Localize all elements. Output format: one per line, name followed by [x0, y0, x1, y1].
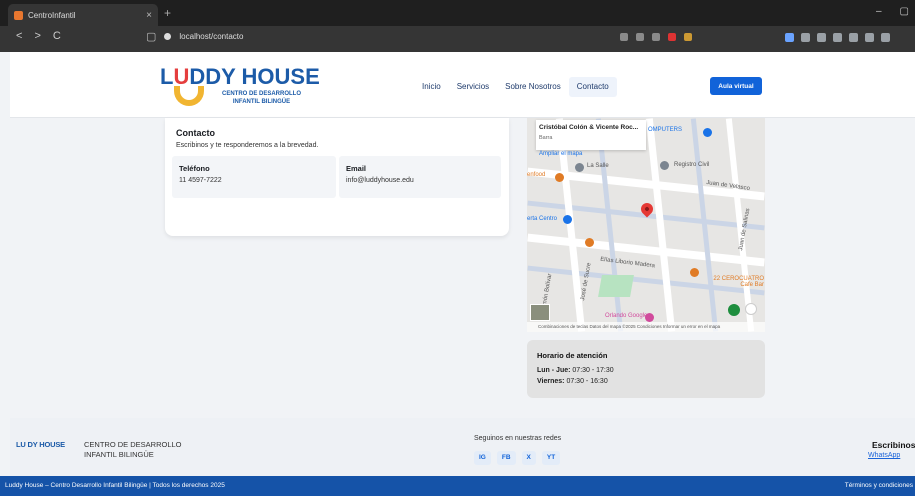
browser-tab[interactable]: CentroInfantil ×	[8, 4, 158, 26]
contact-subtitle: Escribinos y te responderemos a la breve…	[176, 142, 319, 149]
extension-icon[interactable]	[817, 33, 826, 42]
footer-brand: LU DY HOUSE	[16, 440, 65, 449]
nav-contacto[interactable]: Contacto	[568, 77, 617, 97]
map-place-card: Cristóbal Colón & Vicente Roc... Barra	[536, 120, 646, 150]
hours-row: Viernes: 07:30 - 16:30	[537, 378, 608, 385]
map-label: OMPUTERS	[648, 127, 683, 133]
logo-letter: L	[160, 64, 174, 89]
footer-logo[interactable]: LU DY HOUSE	[16, 440, 65, 449]
contact-card: Contacto Escribinos y te responderemos a…	[165, 118, 509, 236]
bottom-bar: Luddy House – Centro Desarrollo Infantil…	[0, 476, 915, 496]
instagram-link[interactable]: IG	[474, 451, 491, 465]
map-move-icon[interactable]	[745, 303, 757, 315]
map-poi-icon[interactable]	[690, 268, 699, 277]
map-poi-icon[interactable]	[563, 215, 572, 224]
tabs-icon[interactable]	[849, 33, 858, 42]
window-controls: – ▢	[876, 6, 909, 17]
map-expand-link[interactable]: Ampliar el mapa	[539, 151, 582, 157]
page-left-gap	[0, 52, 10, 476]
whatsapp-link[interactable]: WhatsApp	[868, 452, 900, 459]
forward-icon[interactable]: >	[34, 30, 40, 42]
map-attribution: Combinaciones de teclas Datos del mapa ©…	[527, 322, 765, 332]
map-place-title: Cristóbal Colón & Vicente Roc...	[539, 124, 639, 131]
restore-icon[interactable]: ▢	[900, 6, 909, 17]
copyright: Luddy House – Centro Desarrollo Infantil…	[5, 482, 225, 489]
map-poi-icon[interactable]	[703, 128, 712, 137]
nav-inicio[interactable]: Inicio	[414, 82, 449, 100]
map-label: enfood	[527, 172, 546, 178]
reload-icon[interactable]: C	[53, 30, 61, 42]
wallet-icon[interactable]	[865, 33, 874, 42]
logo-letter: D	[189, 64, 206, 89]
bookmark-icon[interactable]: ▢	[146, 30, 156, 43]
minimize-icon[interactable]: –	[876, 6, 882, 17]
phone-box: Teléfono 11 4597-7222	[172, 156, 336, 198]
x-link[interactable]: X	[521, 451, 536, 465]
rewards-icon[interactable]	[684, 33, 692, 41]
map-satellite-toggle[interactable]	[530, 304, 550, 321]
map-label: erta Centro	[527, 216, 558, 222]
park-area	[598, 275, 634, 297]
map-poi-icon[interactable]	[660, 161, 669, 170]
opening-hours: Horario de atención Lun - Jue: 07:30 - 1…	[527, 340, 765, 398]
facebook-link[interactable]: FB	[496, 451, 516, 465]
footer-school-name: CENTRO DE DESARROLLO INFANTIL BILINGÜE	[84, 440, 182, 459]
tab-title: CentroInfantil	[28, 10, 76, 20]
logo-text: DY HOUSE	[205, 64, 320, 89]
back-icon[interactable]: <	[16, 30, 22, 42]
aula-virtual-button[interactable]: Aula virtual	[710, 77, 762, 95]
hours-title: Horario de atención	[537, 351, 608, 360]
terms-link[interactable]: Términos y condiciones	[845, 476, 913, 496]
streetview-icon[interactable]	[728, 304, 740, 316]
site-info-icon[interactable]	[164, 33, 172, 40]
reader-icon[interactable]	[636, 33, 644, 41]
map-label: 22 CEROCUATRO Cafe Bar	[713, 276, 764, 288]
phone-label: Teléfono	[179, 164, 210, 173]
vpn-icon[interactable]	[881, 33, 890, 42]
escribinos-title: Escribinos	[872, 440, 915, 450]
social-links: IG FB X YT	[474, 451, 561, 465]
logo-u-shape	[174, 86, 204, 106]
map-poi-icon[interactable]	[645, 313, 654, 322]
map-poi-icon[interactable]	[575, 163, 584, 172]
hours-row: Lun - Jue: 07:30 - 17:30	[537, 367, 614, 374]
site-logo[interactable]: L U D DY HOUSE CENTRO DE DESARROLLO INFA…	[160, 66, 325, 108]
url-text: localhost/contacto	[179, 32, 244, 41]
map-poi-icon[interactable]	[555, 173, 564, 182]
url-field[interactable]: ▢ localhost/contacto	[146, 30, 243, 43]
browser-tabbar: CentroInfantil × + – ▢	[0, 0, 915, 26]
map-label: La Salle	[587, 163, 609, 169]
email-value[interactable]: info@luddyhouse.edu	[346, 177, 414, 184]
youtube-link[interactable]: YT	[541, 451, 561, 465]
map-poi-icon[interactable]	[585, 238, 594, 247]
contact-title: Contacto	[176, 128, 215, 138]
favicon-icon	[14, 10, 23, 20]
phone-value[interactable]: 11 4597-7222	[179, 177, 222, 184]
map-label: Orlando Google	[605, 313, 648, 319]
social-title: Seguinos en nuestras redes	[474, 435, 562, 442]
zoom-icon[interactable]	[620, 33, 628, 41]
extension-icon[interactable]	[801, 33, 810, 42]
share-icon[interactable]	[652, 33, 660, 41]
map-place-sub: Barra	[539, 135, 553, 141]
logo-subtitle: CENTRO DE DESARROLLO INFANTIL BILINGÜE	[222, 91, 302, 105]
close-tab-icon[interactable]: ×	[146, 10, 152, 21]
extensions	[785, 33, 890, 42]
nav-sobre-nosotros[interactable]: Sobre Nosotros	[497, 82, 569, 100]
logo-letter: U	[173, 64, 190, 89]
email-box: Email info@luddyhouse.edu	[339, 156, 501, 198]
nav-servicios[interactable]: Servicios	[449, 82, 497, 100]
sidebar-icon[interactable]	[833, 33, 842, 42]
brave-icon[interactable]	[668, 33, 676, 41]
main-nav: Inicio Servicios Sobre Nosotros Contacto	[414, 77, 617, 100]
map-label: Registro Civil	[674, 162, 710, 168]
extension-icon[interactable]	[785, 33, 794, 42]
browser-nav: < > C	[16, 30, 61, 42]
email-label: Email	[346, 164, 367, 173]
url-actions	[620, 33, 692, 41]
address-bar	[0, 26, 915, 52]
new-tab-button[interactable]: +	[164, 6, 171, 20]
